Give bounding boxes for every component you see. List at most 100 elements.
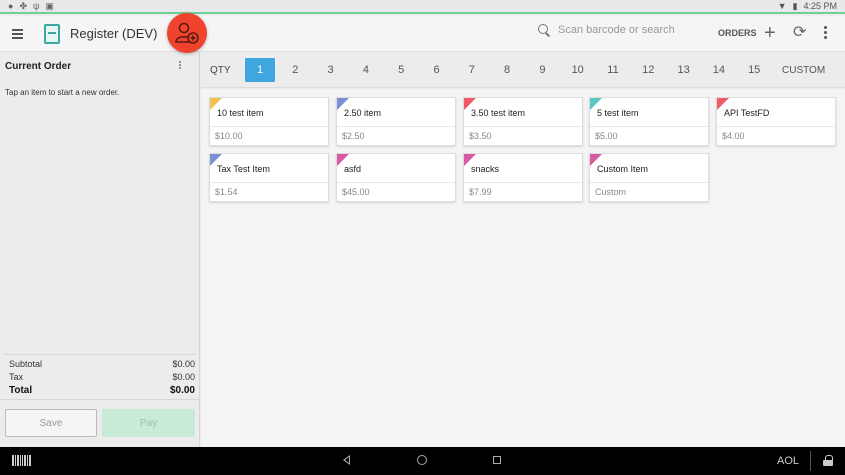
qty-option-2[interactable]: 2 xyxy=(280,58,310,82)
qty-option-12[interactable]: 12 xyxy=(633,58,663,82)
item-divider xyxy=(717,126,835,127)
qty-option-5[interactable]: 5 xyxy=(386,58,416,82)
more-options-icon[interactable] xyxy=(824,26,827,39)
item-tile[interactable]: 5 test item $5.00 xyxy=(589,97,709,146)
search-bar[interactable] xyxy=(538,24,708,36)
status-icons-left: ● ✤ ψ ▣ xyxy=(8,1,54,12)
home-icon[interactable] xyxy=(417,455,427,465)
wifi-icon: ▼ xyxy=(777,1,787,11)
subtotal-row: Subtotal $0.00 xyxy=(4,359,196,372)
qty-option-9[interactable]: 9 xyxy=(527,58,557,82)
item-price: $1.54 xyxy=(215,187,238,197)
item-tile[interactable]: API TestFD $4.00 xyxy=(716,97,836,146)
order-actions: Save Pay xyxy=(0,399,200,447)
usb-icon: ψ xyxy=(32,1,40,11)
hamburger-menu-icon[interactable] xyxy=(12,28,32,39)
qty-option-13[interactable]: 13 xyxy=(669,58,699,82)
pay-button[interactable]: Pay xyxy=(102,409,195,437)
item-divider xyxy=(337,126,455,127)
subtotal-value: $0.00 xyxy=(172,359,195,369)
subtotal-label: Subtotal xyxy=(9,359,43,369)
nav-divider xyxy=(810,451,811,471)
qty-option-6[interactable]: 6 xyxy=(422,58,452,82)
qty-option-4[interactable]: 4 xyxy=(351,58,381,82)
item-name: 10 test item xyxy=(217,108,264,118)
item-tile[interactable]: Tax Test Item $1.54 xyxy=(209,153,329,202)
circle-icon: ● xyxy=(8,1,14,11)
app-title: Register (DEV) xyxy=(70,26,158,41)
item-tile[interactable]: asfd $45.00 xyxy=(336,153,456,202)
item-tile[interactable]: 10 test item $10.00 xyxy=(209,97,329,146)
qty-option-11[interactable]: 11 xyxy=(598,58,628,82)
barcode-icon[interactable] xyxy=(12,455,31,466)
item-price: $7.99 xyxy=(469,187,492,197)
qty-label: QTY xyxy=(210,65,231,76)
save-button[interactable]: Save xyxy=(5,409,97,437)
order-totals: Subtotal $0.00 Tax $0.00 Total $0.00 xyxy=(4,354,196,398)
add-customer-icon xyxy=(175,22,199,44)
qty-option-7[interactable]: 7 xyxy=(457,58,487,82)
tax-row: Tax $0.00 xyxy=(4,372,196,385)
search-input[interactable] xyxy=(558,24,708,36)
tax-value: $0.00 xyxy=(172,372,195,382)
qty-option-10[interactable]: 10 xyxy=(563,58,593,82)
qty-option-1[interactable]: 1 xyxy=(245,58,275,82)
current-order-panel: Current Order Tap an item to start a new… xyxy=(0,52,200,447)
item-name: Custom Item xyxy=(597,164,649,174)
item-tile[interactable]: 3.50 test item $3.50 xyxy=(463,97,583,146)
orders-button[interactable]: ORDERS xyxy=(718,28,757,38)
recent-apps-icon[interactable] xyxy=(493,456,501,464)
qty-option-8[interactable]: 8 xyxy=(492,58,522,82)
item-divider xyxy=(464,126,582,127)
add-icon[interactable]: + xyxy=(764,23,776,43)
qty-option-3[interactable]: 3 xyxy=(316,58,346,82)
current-order-title: Current Order xyxy=(5,61,72,72)
item-tile[interactable]: 2.50 item $2.50 xyxy=(336,97,456,146)
tax-label: Tax xyxy=(9,372,24,382)
item-name: 5 test item xyxy=(597,108,639,118)
status-bar: ● ✤ ψ ▣ ▼ ▮ 4:25 PM xyxy=(0,0,845,14)
total-label: Total xyxy=(9,385,33,396)
item-name: 3.50 test item xyxy=(471,108,526,118)
status-icons-right: ▼ ▮ 4:25 PM xyxy=(778,1,837,12)
add-customer-button[interactable] xyxy=(167,13,207,53)
total-row: Total $0.00 xyxy=(4,385,196,398)
item-price: $45.00 xyxy=(342,187,370,197)
app-bar: Register (DEV) ORDERS + ⟳ xyxy=(0,16,845,52)
item-divider xyxy=(464,182,582,183)
refresh-icon[interactable]: ⟳ xyxy=(793,24,806,42)
item-divider xyxy=(590,126,708,127)
battery-icon: ▮ xyxy=(792,0,798,11)
item-price: $2.50 xyxy=(342,131,365,141)
item-divider xyxy=(210,182,328,183)
system-nav-bar: AOL xyxy=(0,447,845,475)
item-divider xyxy=(590,182,708,183)
item-name: API TestFD xyxy=(724,108,770,118)
order-hint-text: Tap an item to start a new order. xyxy=(5,88,120,97)
item-price: $3.50 xyxy=(469,131,492,141)
qty-option-15[interactable]: 15 xyxy=(739,58,769,82)
item-price: Custom xyxy=(595,187,627,197)
lock-icon[interactable] xyxy=(823,455,833,466)
search-icon[interactable] xyxy=(538,24,550,36)
qty-custom-button[interactable]: CUSTOM xyxy=(782,65,825,76)
square-icon: ▣ xyxy=(45,0,54,11)
aol-label: AOL xyxy=(777,455,800,467)
item-price: $5.00 xyxy=(595,131,618,141)
item-price: $10.00 xyxy=(215,131,243,141)
item-tile[interactable]: Custom Item Custom xyxy=(589,153,709,202)
back-icon[interactable] xyxy=(343,455,350,465)
total-value: $0.00 xyxy=(169,385,195,396)
item-grid: 10 test item $10.00 2.50 item $2.50 3.50 tes… xyxy=(201,89,845,447)
qty-option-14[interactable]: 14 xyxy=(704,58,734,82)
item-name: snacks xyxy=(471,164,500,174)
item-name: Tax Test Item xyxy=(217,164,270,174)
order-options-icon[interactable] xyxy=(179,61,181,69)
quantity-bar: QTY 1 2 3 4 5 6 7 8 9 10 11 12 13 14 15 CUSTOM xyxy=(201,52,845,88)
status-time: 4:25 PM xyxy=(803,1,837,11)
item-name: asfd xyxy=(344,164,362,174)
item-name: 2.50 item xyxy=(344,108,382,118)
item-divider xyxy=(337,182,455,183)
item-price: $4.00 xyxy=(722,131,745,141)
item-tile[interactable]: snacks $7.99 xyxy=(463,153,583,202)
